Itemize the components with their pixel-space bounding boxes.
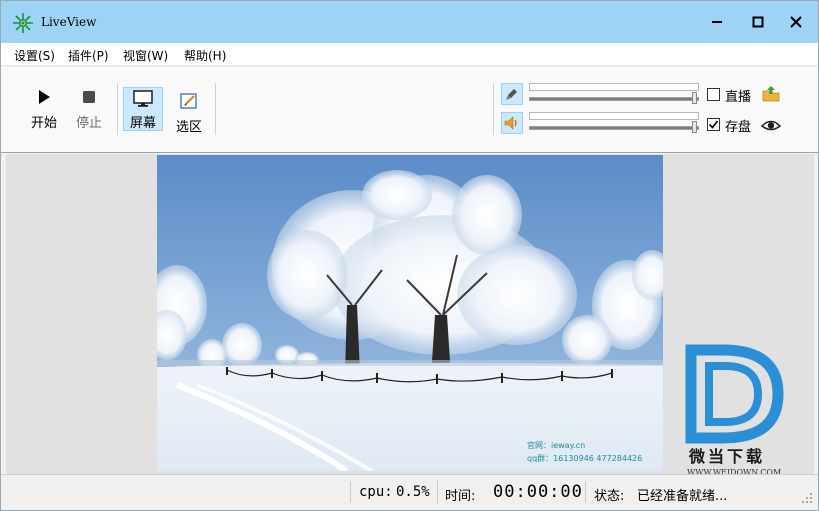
status-separator [585,481,586,503]
speaker-button[interactable] [501,112,523,134]
stop-icon [83,90,95,103]
window-title: LiveView [41,15,97,29]
toolbar-separator [493,83,494,135]
maximize-icon [752,16,764,28]
monitor-icon [133,90,153,107]
winter-scene: 官网：ieway.cn qq群：16130946 477284426 [157,155,663,471]
toolbar: 开始 停止 屏幕 选区 直播 存盘 [1,67,818,153]
close-icon [790,16,802,28]
microphone-volume-fill [530,98,698,100]
preview-watermark-qq: qq群：16130946 477284426 [527,453,642,463]
speaker-volume-thumb[interactable] [692,121,697,133]
resize-grip-icon[interactable] [800,491,814,505]
speaker-volume-slider[interactable] [529,112,699,133]
toolbar-separator [215,83,216,135]
live-checkbox[interactable] [707,88,720,101]
menu-settings[interactable]: 设置(S) [14,47,55,64]
save-checkbox[interactable] [707,118,720,131]
preview-watermark-site: 官网：ieway.cn [527,440,585,450]
edit-region-icon [180,92,197,109]
speaker-volume-fill [530,127,698,129]
status-separator [350,481,351,503]
time-label: 时间: [445,489,476,504]
live-label: 直播 [725,90,752,105]
app-window: LiveView 设置(S) 插件(P) 视窗(W) 帮助(H) 开始 停止 屏… [0,0,819,511]
microphone-volume-slider[interactable] [529,83,699,104]
close-button[interactable] [774,1,818,43]
eye-icon[interactable] [761,117,781,135]
screen-button[interactable]: 屏幕 [123,87,163,131]
upload-folder-icon[interactable] [761,85,781,103]
cpu-value: 0.5% [396,484,430,500]
cpu-label: cpu: [359,484,393,500]
save-label: 存盘 [725,120,752,135]
menu-help[interactable]: 帮助(H) [184,47,226,64]
speaker-icon [504,116,517,130]
menu-bar: 设置(S) 插件(P) 视窗(W) 帮助(H) [1,43,818,66]
microphone-icon [506,89,517,100]
state-value: 已经准备就绪... [637,489,728,504]
microphone-volume-thumb[interactable] [692,92,697,104]
watermark-brand: 微当下载 [689,447,766,466]
stop-label: 停止 [75,116,102,131]
title-bar[interactable]: LiveView [1,1,818,43]
microphone-button[interactable] [501,83,523,105]
region-label: 选区 [175,120,202,135]
app-logo-icon [13,13,33,33]
menu-window[interactable]: 视窗(W) [123,47,168,64]
play-icon [39,89,50,104]
region-button[interactable]: 选区 [169,87,209,135]
status-bar: cpu: 0.5% 时间: 00:00:00 状态: 已经准备就绪... [1,474,818,510]
menu-plugins[interactable]: 插件(P) [68,47,109,64]
preview-image: 官网：ieway.cn qq群：16130946 477284426 [157,155,663,471]
screen-label: 屏幕 [129,116,156,131]
toolbar-separator [117,83,118,135]
stop-button[interactable]: 停止 [69,83,109,131]
minimize-icon [712,21,722,23]
time-value: 00:00:00 [493,482,583,502]
checkmark-icon [708,120,719,129]
minimize-button[interactable] [695,1,739,43]
state-label: 状态: [594,489,625,504]
status-separator [437,481,438,503]
start-label: 开始 [30,116,57,131]
start-button[interactable]: 开始 [24,83,64,131]
